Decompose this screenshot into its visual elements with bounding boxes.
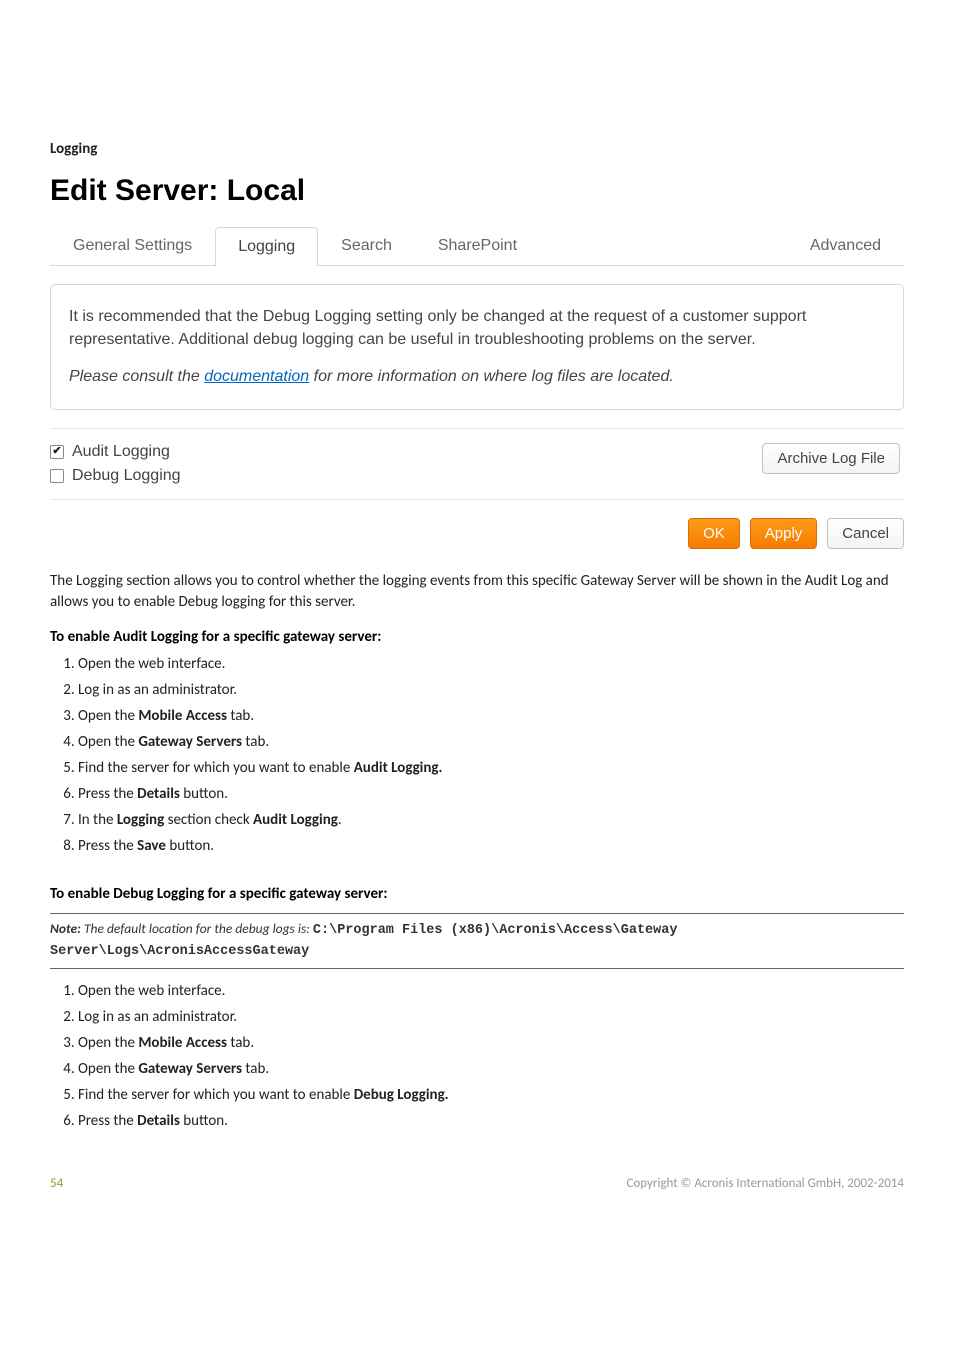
list-item: Find the server for which you want to en… bbox=[78, 1085, 904, 1106]
debug-steps-list: Open the web interface. Log in as an admi… bbox=[50, 981, 904, 1132]
audit-steps-list: Open the web interface. Log in as an admi… bbox=[50, 654, 904, 857]
info-paragraph: It is recommended that the Debug Logging… bbox=[69, 305, 885, 351]
audit-heading: To enable Audit Logging for a specific g… bbox=[50, 628, 904, 646]
info-note: Please consult the documentation for mor… bbox=[69, 365, 885, 388]
list-item: Log in as an administrator. bbox=[78, 680, 904, 701]
button-row: OK Apply Cancel bbox=[50, 500, 904, 571]
list-item: Open the web interface. bbox=[78, 981, 904, 1002]
checkbox-icon bbox=[50, 445, 64, 459]
page-title: Edit Server: Local bbox=[50, 174, 904, 208]
info-box: It is recommended that the Debug Logging… bbox=[50, 284, 904, 410]
section-label: Logging bbox=[50, 140, 904, 158]
audit-logging-label: Audit Logging bbox=[72, 443, 170, 461]
checkbox-icon bbox=[50, 469, 64, 483]
list-item: Open the Gateway Servers tab. bbox=[78, 1059, 904, 1080]
apply-button[interactable]: Apply bbox=[750, 518, 818, 549]
list-item: Press the Save button. bbox=[78, 836, 904, 857]
list-item: Log in as an administrator. bbox=[78, 1007, 904, 1028]
info-note-after: for more information on where log files … bbox=[309, 368, 674, 385]
tab-logging[interactable]: Logging bbox=[215, 227, 318, 266]
list-item: Press the Details button. bbox=[78, 784, 904, 805]
tabs-bar: General Settings Logging Search SharePoi… bbox=[50, 226, 904, 266]
note-text: The default location for the debug logs … bbox=[81, 920, 313, 937]
checkbox-group: Audit Logging Debug Logging bbox=[50, 443, 181, 485]
note-label: Note: bbox=[50, 920, 81, 937]
debug-heading: To enable Debug Logging for a specific g… bbox=[50, 885, 904, 903]
cancel-button[interactable]: Cancel bbox=[827, 518, 904, 549]
list-item: Find the server for which you want to en… bbox=[78, 758, 904, 779]
copyright: Copyright © Acronis International GmbH, … bbox=[626, 1176, 904, 1191]
documentation-link[interactable]: documentation bbox=[204, 368, 309, 385]
tab-advanced[interactable]: Advanced bbox=[787, 226, 904, 265]
debug-logging-label: Debug Logging bbox=[72, 467, 181, 485]
audit-logging-checkbox[interactable]: Audit Logging bbox=[50, 443, 181, 461]
list-item: Open the web interface. bbox=[78, 654, 904, 675]
page-footer: 54 Copyright © Acronis International Gmb… bbox=[50, 1176, 904, 1191]
ok-button[interactable]: OK bbox=[688, 518, 740, 549]
list-item: Open the Mobile Access tab. bbox=[78, 706, 904, 727]
list-item: Open the Mobile Access tab. bbox=[78, 1033, 904, 1054]
note-block: Note: The default location for the debug… bbox=[50, 913, 904, 969]
list-item: Press the Details button. bbox=[78, 1111, 904, 1132]
list-item: Open the Gateway Servers tab. bbox=[78, 732, 904, 753]
list-item: In the Logging section check Audit Loggi… bbox=[78, 810, 904, 831]
checkbox-row: Audit Logging Debug Logging Archive Log … bbox=[50, 428, 904, 500]
debug-logging-checkbox[interactable]: Debug Logging bbox=[50, 467, 181, 485]
tab-sharepoint[interactable]: SharePoint bbox=[415, 226, 540, 265]
tab-general-settings[interactable]: General Settings bbox=[50, 226, 215, 265]
description-paragraph: The Logging section allows you to contro… bbox=[50, 571, 904, 615]
archive-log-file-button[interactable]: Archive Log File bbox=[762, 443, 900, 474]
tab-search[interactable]: Search bbox=[318, 226, 415, 265]
page-number: 54 bbox=[50, 1176, 63, 1191]
info-note-before: Please consult the bbox=[69, 368, 204, 385]
